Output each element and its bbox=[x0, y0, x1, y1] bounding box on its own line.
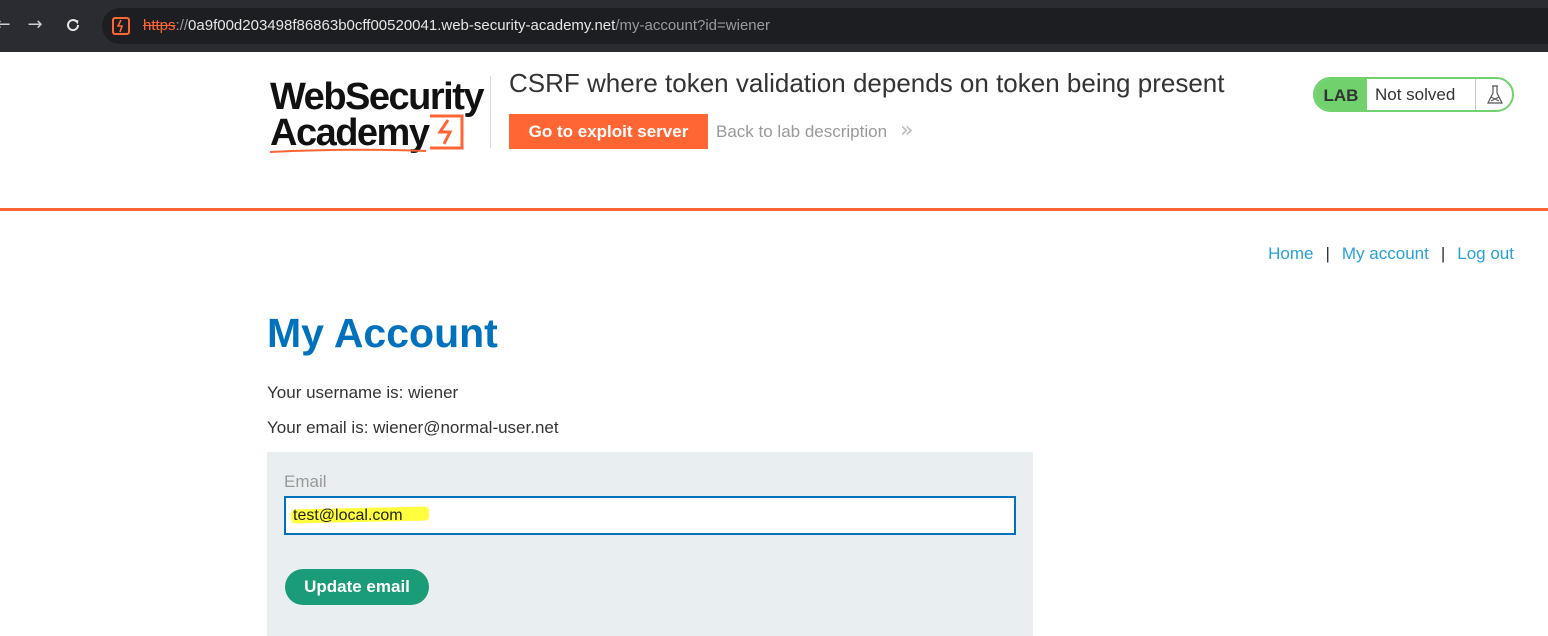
header-rule bbox=[0, 208, 1548, 211]
logo-underline bbox=[269, 148, 427, 153]
go-to-exploit-server-button[interactable]: Go to exploit server bbox=[509, 114, 708, 149]
url-host: 0a9f00d203498f86863b0cff00520041.web-sec… bbox=[188, 17, 616, 34]
browser-toolbar: ← → https://0a9f00d203498f86863b0cff0052… bbox=[0, 0, 1548, 52]
account-nav: Home | My account | Log out bbox=[1268, 244, 1514, 264]
nav-separator: | bbox=[1325, 244, 1330, 263]
email-field-value[interactable]: test@local.com bbox=[293, 507, 403, 525]
log-out-link[interactable]: Log out bbox=[1457, 244, 1514, 263]
url-separator: :// bbox=[175, 17, 189, 34]
lab-status-widget: LAB Not solved bbox=[1313, 77, 1514, 112]
lab-title: CSRF where token validation depends on t… bbox=[509, 68, 1225, 98]
double-chevron-right-icon[interactable]: » bbox=[900, 118, 913, 143]
url-text[interactable]: https://0a9f00d203498f86863b0cff00520041… bbox=[143, 17, 770, 34]
back-to-lab-description-link[interactable]: Back to lab description bbox=[716, 122, 887, 142]
change-email-form: Email test@local.com Update email bbox=[267, 452, 1033, 636]
header-divider bbox=[490, 76, 491, 148]
flask-icon bbox=[1475, 79, 1512, 110]
update-email-button[interactable]: Update email bbox=[285, 569, 429, 605]
username-info: Your username is: wiener bbox=[267, 383, 459, 402]
web-security-academy-logo[interactable]: WebSecurity Academy bbox=[268, 74, 490, 154]
address-bar[interactable]: https://0a9f00d203498f86863b0cff00520041… bbox=[102, 8, 1548, 44]
home-link[interactable]: Home bbox=[1268, 244, 1313, 263]
email-label: Email bbox=[284, 472, 327, 491]
page-title: My Account bbox=[267, 310, 498, 356]
reload-icon[interactable] bbox=[62, 14, 84, 36]
logo-mark-icon bbox=[430, 114, 464, 150]
url-scheme: https bbox=[143, 17, 176, 34]
url-path: /my-account?id=wiener bbox=[615, 17, 770, 34]
nav-separator: | bbox=[1440, 244, 1446, 263]
arrow-right-icon[interactable]: → bbox=[24, 14, 46, 36]
site-logo-icon bbox=[112, 17, 130, 35]
lab-badge: LAB bbox=[1315, 79, 1367, 110]
email-info: Your email is: wiener@normal-user.net bbox=[267, 418, 559, 437]
my-account-link[interactable]: My account bbox=[1342, 244, 1429, 263]
lab-state: Not solved bbox=[1375, 85, 1456, 104]
lab-header: WebSecurity Academy CSRF where token val… bbox=[0, 52, 1548, 209]
arrow-left-icon[interactable]: ← bbox=[0, 14, 14, 36]
